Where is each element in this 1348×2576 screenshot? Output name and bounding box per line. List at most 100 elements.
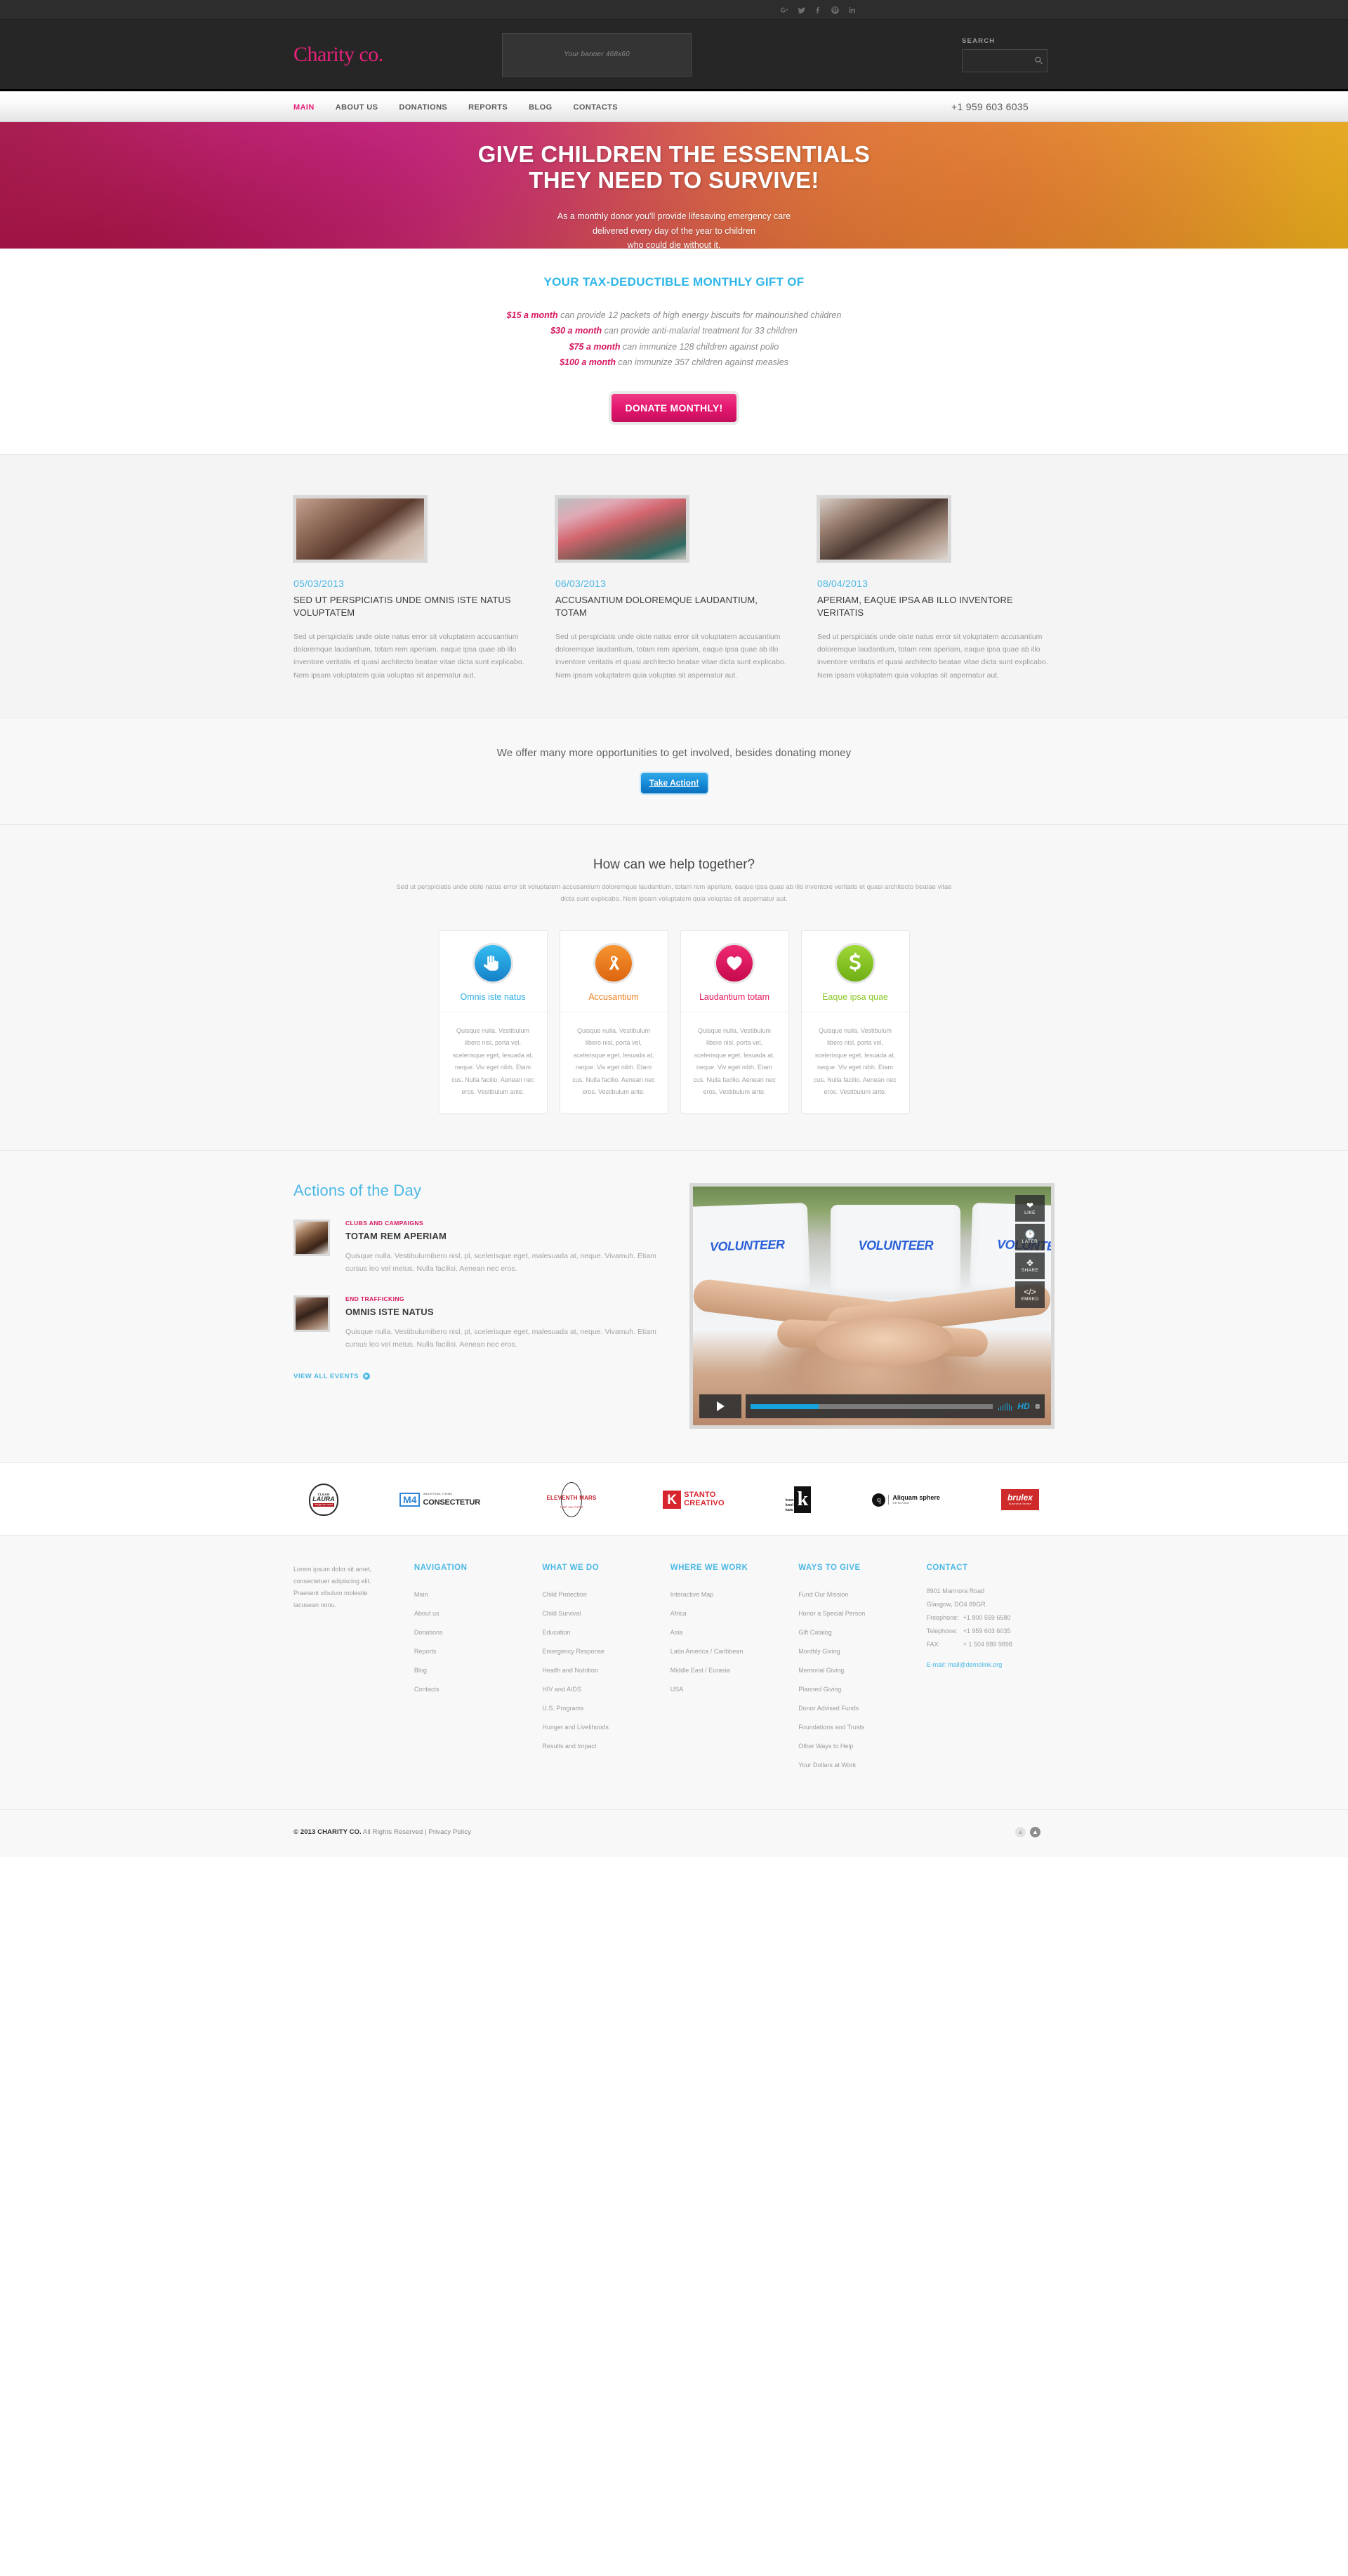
footer-list-item[interactable]: Africa [670,1606,798,1619]
footer-list-item[interactable]: Education [542,1625,670,1638]
partner-logo-m4-consectetur[interactable]: M4 INDUSTRIAL THEME CONSECTETUR [399,1492,480,1508]
news-thumbnail[interactable] [817,496,951,562]
action-title[interactable]: TOTAM REM APERIAM [345,1231,660,1241]
footer-list-item[interactable]: U.S. Programs [542,1701,670,1714]
footer-list-item[interactable]: Donations [414,1625,542,1638]
service-name[interactable]: Omnis iste natus [440,992,547,1002]
site-logo[interactable]: Charity co. [288,43,449,67]
footer-list-item[interactable]: Reports [414,1644,542,1657]
footer-link[interactable]: Latin America / Caribbean [670,1648,744,1655]
linkedin-icon[interactable] [847,4,857,15]
action-category[interactable]: CLUBS AND CAMPAIGNS [345,1220,660,1227]
partner-logo-aliquam-sphere[interactable]: q Aliquam sphere CHICAGO [872,1493,940,1507]
footer-list-item[interactable]: HIV and AIDS [542,1682,670,1695]
donate-monthly-button[interactable]: DONATE MONTHLY! [612,394,736,422]
footer-link[interactable]: Hunger and Livelihoods [542,1724,609,1731]
nav-link-reports[interactable]: REPORTS [458,103,518,112]
nav-item[interactable]: ABOUT US [325,100,389,113]
footer-list-item[interactable]: Donor Advised Funds [798,1701,926,1714]
partner-logo-kstanto-creativo[interactable]: K STANTO CREATIVO [663,1491,725,1510]
footer-list-item[interactable]: Blog [414,1663,542,1676]
action-item[interactable]: END TRAFFICKING OMNIS ISTE NATUS Quisque… [293,1295,660,1352]
take-action-button[interactable]: Take Action! [640,772,708,793]
footer-link[interactable]: Monthly Giving [798,1648,840,1655]
footer-list-item[interactable]: Your Dollars at Work [798,1758,926,1771]
footer-list-item[interactable]: Hunger and Livelihoods [542,1720,670,1733]
footer-link[interactable]: Results and Impact [542,1743,596,1750]
news-card[interactable]: 06/03/2013 ACCUSANTIUM DOLOREMQUE LAUDAN… [555,496,791,682]
pinterest-icon[interactable] [830,4,840,15]
footer-link[interactable]: Africa [670,1610,687,1617]
news-title[interactable]: APERIAM, EAQUE IPSA AB ILLO INVENTORE VE… [817,594,1052,619]
footer-link[interactable]: Blog [414,1667,427,1674]
footer-list-item[interactable]: Child Survival [542,1606,670,1619]
footer-list-item[interactable]: Other Ways to Help [798,1739,926,1752]
footer-list-item[interactable]: USA [670,1682,798,1695]
action-category[interactable]: END TRAFFICKING [345,1295,660,1302]
nav-item[interactable]: CONTACTS [563,100,629,113]
nav-link-about-us[interactable]: ABOUT US [325,103,389,112]
footer-list-item[interactable]: Emergency Response [542,1644,670,1657]
twitter-icon[interactable] [796,4,806,15]
footer-list-item[interactable]: Results and Impact [542,1739,670,1752]
footer-list-item[interactable]: Latin America / Caribbean [670,1644,798,1657]
footer-list-item[interactable]: Middle East / Eurasia [670,1663,798,1676]
footer-list-item[interactable]: Health and Nutrition [542,1663,670,1676]
video-later-button[interactable]: 🕑 LATER [1015,1224,1045,1251]
footer-link[interactable]: Child Survival [542,1610,581,1617]
footer-list-item[interactable]: Fund Our Mission [798,1587,926,1600]
scroll-up-icon-dark[interactable]: ▲ [1030,1827,1040,1838]
nav-item[interactable]: MAIN [293,100,325,113]
footer-link[interactable]: Middle East / Eurasia [670,1667,730,1674]
search-submit-button[interactable] [1034,56,1043,65]
footer-list-item[interactable]: Monthly Giving [798,1644,926,1657]
footer-link[interactable]: Donations [414,1629,443,1636]
footer-list-item[interactable]: Honor a Special Person [798,1606,926,1619]
footer-link[interactable]: Foundations and Trusts [798,1724,864,1731]
volume-equalizer-icon[interactable] [998,1402,1012,1411]
action-thumbnail[interactable] [293,1295,330,1332]
news-card[interactable]: 08/04/2013 APERIAM, EAQUE IPSA AB ILLO I… [817,496,1052,682]
footer-link[interactable]: Asia [670,1629,683,1636]
footer-link[interactable]: Planned Giving [798,1686,841,1693]
video-quality-badge[interactable]: HD [1017,1401,1029,1411]
footer-link[interactable]: Main [414,1591,428,1598]
nav-item[interactable]: REPORTS [458,100,518,113]
footer-link[interactable]: Interactive Map [670,1591,714,1598]
news-title[interactable]: SED UT PERSPICIATIS UNDE OMNIS ISTE NATU… [293,594,529,619]
partner-logo-brulex[interactable]: brulex business theme [1000,1489,1039,1510]
action-item[interactable]: CLUBS AND CAMPAIGNS TOTAM REM APERIAM Qu… [293,1220,660,1276]
footer-list-item[interactable]: Contacts [414,1682,542,1695]
news-thumbnail[interactable] [555,496,689,562]
news-card[interactable]: 05/03/2013 SED UT PERSPICIATIS UNDE OMNI… [293,496,529,682]
facebook-icon[interactable] [813,4,823,15]
service-card-eaque-ipsa-quae[interactable]: Eaque ipsa quae Quisque nulla. Vestibulu… [800,930,910,1114]
google-plus-icon[interactable] [779,4,789,15]
footer-list-item[interactable]: Interactive Map [670,1587,798,1600]
footer-link[interactable]: U.S. Programs [542,1705,583,1712]
view-all-events-link[interactable]: VIEW ALL EVENTS ➤ [293,1373,371,1380]
footer-link[interactable]: Memorial Giving [798,1667,844,1674]
news-title[interactable]: ACCUSANTIUM DOLOREMQUE LAUDANTIUM, TOTAM [555,594,791,619]
footer-link[interactable]: Gift Catalog [798,1629,832,1636]
footer-link[interactable]: Contacts [414,1686,440,1693]
partner-logo-clean-laura[interactable]: CLEAN LAURA design you need [309,1484,338,1517]
partner-logo-kreo-kool-kats[interactable]: kreo kool kats k [786,1486,812,1514]
nav-link-main[interactable]: MAIN [293,103,325,112]
footer-list-item[interactable]: Memorial Giving [798,1663,926,1676]
contact-email-link[interactable]: E-mail: mail@demolink.org [927,1661,1003,1668]
search-box[interactable] [962,48,1085,72]
service-card-omnis-iste-natus[interactable]: Omnis iste natus Quisque nulla. Vestibul… [438,930,548,1114]
footer-link[interactable]: Child Protection [542,1591,587,1598]
footer-link[interactable]: HIV and AIDS [542,1686,581,1693]
nav-item[interactable]: BLOG [518,100,562,113]
video-embed-button[interactable]: </> EMBED [1015,1281,1045,1309]
service-card-accusantium[interactable]: Accusantium Quisque nulla. Vestibulum li… [559,930,668,1114]
service-name[interactable]: Eaque ipsa quae [802,992,909,1002]
action-thumbnail[interactable] [293,1220,330,1257]
ad-banner-placeholder[interactable]: Your banner 468x60 [502,32,692,77]
footer-link[interactable]: USA [670,1686,684,1693]
scroll-up-icon-light[interactable]: ▲ [1015,1827,1026,1838]
video-progress-bar[interactable] [751,1403,993,1409]
footer-list-item[interactable]: Child Protection [542,1587,670,1600]
